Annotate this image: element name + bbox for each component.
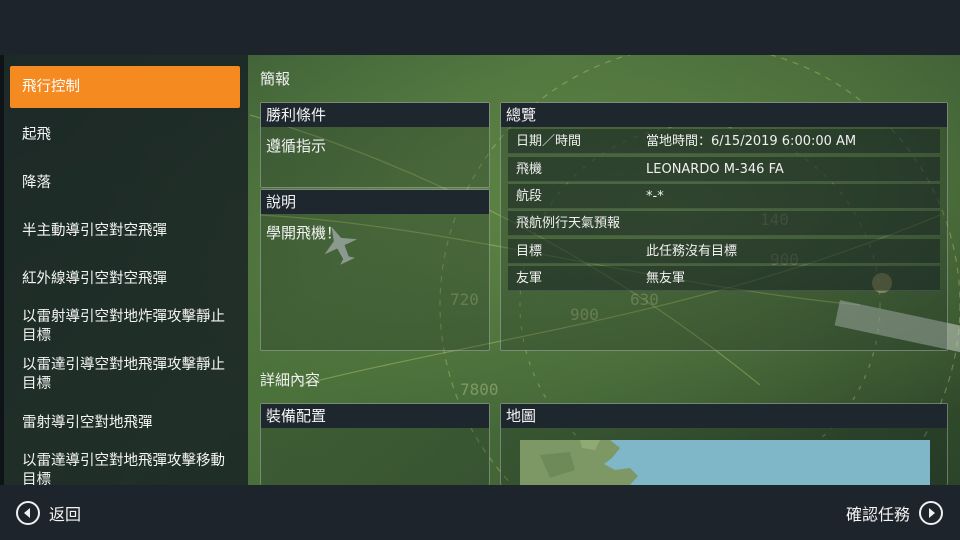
overview-key: 目標 [516, 244, 543, 259]
sidebar-item-label: 以雷達引導空對地飛彈攻擊靜止目標 [22, 357, 225, 392]
confirm-mission-button[interactable]: 確認任務 [846, 500, 944, 526]
sidebar-item-label: 紅外線導引空對空飛彈 [22, 270, 167, 287]
back-arrow-icon [16, 501, 40, 525]
overview-key: 飛機 [516, 162, 543, 177]
overview-row-aircraft: 飛機 LEONARDO M-346 FA [508, 157, 940, 182]
sidebar-item-label: 降落 [22, 174, 51, 191]
loadout-panel: 裝備配置 [260, 403, 490, 485]
victory-conditions-panel: 勝利條件 遵循指示 [260, 102, 490, 188]
overview-key: 日期／時間 [516, 134, 582, 149]
overview-value: 此任務沒有目標 [646, 244, 738, 259]
bottom-bar [0, 485, 960, 540]
sidebar-item-label: 以雷達導引空對地飛彈攻擊移動目標 [22, 453, 225, 485]
sidebar-item-infrared-aam[interactable]: 紅外線導引空對空飛彈 [10, 264, 240, 294]
sidebar-item-label: 飛行控制 [22, 78, 80, 95]
overview-row-metar: 飛航例行天氣預報 [508, 211, 940, 236]
sidebar-item-radar-agm-moving[interactable]: 以雷達導引空對地飛彈攻擊移動目標 [10, 450, 240, 485]
loadout-header: 裝備配置 [261, 404, 489, 428]
back-button[interactable]: 返回 [16, 500, 81, 526]
description-panel: 說明 學開飛機！ [260, 189, 490, 351]
overview-value: 無友軍 [646, 271, 686, 286]
overview-value: *-* [646, 189, 664, 204]
description-text: 學開飛機！ [266, 224, 342, 242]
sidebar-item-semi-active-aam[interactable]: 半主動導引空對空飛彈 [10, 216, 240, 246]
overview-value: LEONARDO M-346 FA [646, 162, 784, 177]
back-label: 返回 [49, 505, 82, 524]
overview-key: 飛航例行天氣預報 [516, 216, 621, 231]
sidebar-item-laser-bomb-static[interactable]: 以雷射導引空對地炸彈攻擊靜止目標 [10, 306, 240, 348]
sidebar-item-flight-control[interactable]: 飛行控制 [10, 66, 240, 108]
overview-value: 當地時間：6/15/2019 6:00:00 AM [646, 134, 857, 149]
svg-text:7800: 7800 [460, 380, 499, 399]
sidebar-item-laser-agm[interactable]: 雷射導引空對地飛彈 [10, 408, 240, 438]
details-section-title: 詳細內容 [260, 371, 321, 389]
sidebar-item-label: 半主動導引空對空飛彈 [22, 222, 167, 239]
overview-key: 友軍 [516, 271, 543, 286]
sidebar-item-label: 雷射導引空對地飛彈 [22, 414, 153, 431]
confirm-label: 確認任務 [846, 505, 911, 524]
sidebar-item-label: 起飛 [22, 126, 51, 143]
overview-key: 航段 [516, 189, 543, 204]
overview-row-datetime: 日期／時間 當地時間：6/15/2019 6:00:00 AM [508, 129, 940, 154]
sidebar-item-takeoff[interactable]: 起飛 [10, 120, 240, 150]
map-header: 地圖 [501, 404, 947, 428]
overview-header: 總覽 [501, 103, 947, 127]
victory-conditions-text: 遵循指示 [266, 137, 327, 155]
briefing-section-title: 簡報 [260, 70, 291, 88]
sidebar-item-landing[interactable]: 降落 [10, 168, 240, 198]
overview-row-allies: 友軍 無友軍 [508, 266, 940, 291]
description-header: 說明 [261, 190, 489, 214]
top-bar [0, 0, 960, 55]
overview-row-target: 目標 此任務沒有目標 [508, 239, 940, 264]
sidebar-item-radar-agm-static[interactable]: 以雷達引導空對地飛彈攻擊靜止目標 [10, 354, 240, 396]
sidebar-item-label: 以雷射導引空對地炸彈攻擊靜止目標 [22, 309, 225, 344]
mission-map[interactable] [520, 440, 930, 485]
overview-row-leg: 航段 *-* [508, 184, 940, 209]
victory-conditions-header: 勝利條件 [261, 103, 489, 127]
forward-arrow-icon [919, 501, 944, 525]
